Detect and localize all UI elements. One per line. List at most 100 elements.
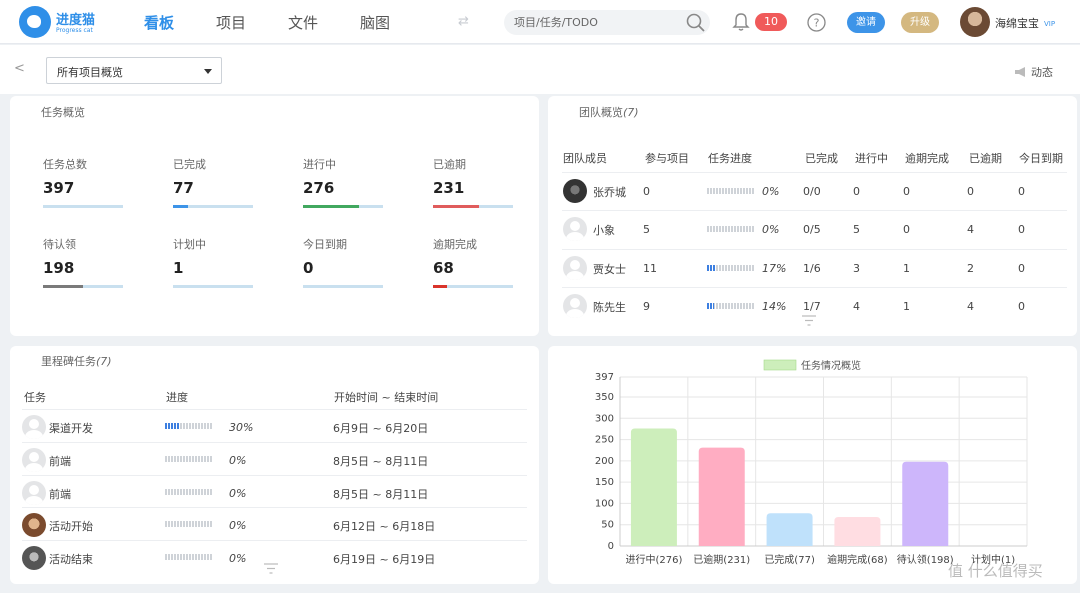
milestone-date-range: 8月5日 ~ 8月11日: [333, 455, 429, 468]
team-col-header[interactable]: 已逾期: [969, 150, 1002, 166]
activity-label: 动态: [1031, 66, 1053, 79]
tab-projects[interactable]: 项目: [216, 12, 246, 33]
member-name[interactable]: 小象: [593, 222, 615, 238]
row-divider: [562, 287, 1067, 288]
member-progress-percent: 17%: [762, 262, 787, 275]
upgrade-button[interactable]: 升级: [901, 12, 939, 33]
x-tick-label: 已逾期(231): [693, 553, 750, 566]
chevron-left-icon[interactable]: <: [14, 61, 25, 76]
member-progress-fill: [707, 265, 716, 271]
milestone-date-range: 6月9日 ~ 6月20日: [333, 422, 429, 435]
megaphone-icon: [1015, 67, 1025, 77]
y-tick-label: 300: [595, 413, 614, 424]
y-tick-label: 100: [595, 498, 614, 509]
bar-1: [698, 447, 745, 546]
milestone-title-text: 里程碑任务: [41, 355, 96, 368]
milestone-count: (7): [96, 355, 112, 368]
x-tick-label: 进行中(276): [625, 553, 682, 566]
milestone-name[interactable]: 前端: [49, 486, 71, 502]
stat-value: 276: [303, 179, 335, 197]
search-box[interactable]: [504, 10, 710, 35]
stat-2[interactable]: 进行中 276: [303, 156, 385, 208]
team-col-header[interactable]: 任务进度: [708, 150, 752, 166]
stat-7[interactable]: 逾期完成 68: [433, 236, 515, 288]
milestone-progress-bar: [165, 554, 213, 560]
milestone-name[interactable]: 活动结束: [49, 551, 93, 567]
milestone-col-header[interactable]: 开始时间 ~ 结束时间: [334, 389, 438, 405]
milestone-name[interactable]: 活动开始: [49, 518, 93, 534]
help-icon[interactable]: ?: [807, 13, 826, 32]
member-progress-bar: [707, 226, 755, 232]
user-name[interactable]: 海绵宝宝: [995, 15, 1039, 31]
row-divider: [22, 507, 527, 508]
stat-1[interactable]: 已完成 77: [173, 156, 255, 208]
member-name[interactable]: 张乔城: [593, 184, 626, 200]
team-col-header[interactable]: 进行中: [855, 150, 888, 166]
stat-5[interactable]: 计划中 1: [173, 236, 255, 288]
stat-3[interactable]: 已逾期 231: [433, 156, 515, 208]
row-divider: [22, 442, 527, 443]
member-today: 0: [1018, 185, 1025, 198]
row-divider: [562, 172, 1067, 173]
member-done: 1/6: [803, 262, 821, 275]
tab-mindmap[interactable]: 脑图: [360, 12, 390, 33]
stat-progress-bar: [303, 285, 383, 288]
y-tick-label: 250: [595, 435, 614, 446]
stat-6[interactable]: 今日到期 0: [303, 236, 385, 288]
top-navigation: 进度猫 Progress cat 看板 项目 文件 脑图 ⇄ 10 ? 邀请 升…: [0, 0, 1080, 44]
member-today: 0: [1018, 300, 1025, 313]
y-tick-label: 50: [601, 520, 614, 531]
chevron-down-icon: [204, 69, 212, 74]
invite-button[interactable]: 邀请: [847, 12, 885, 33]
swap-icon[interactable]: ⇄: [458, 14, 469, 29]
stat-label: 进行中: [303, 158, 336, 171]
notification-count-badge[interactable]: 10: [755, 13, 787, 31]
member-progress-percent: 0%: [762, 185, 780, 198]
user-avatar[interactable]: [960, 7, 990, 37]
milestone-avatar: [22, 481, 46, 505]
bell-icon[interactable]: [732, 12, 750, 32]
team-col-header[interactable]: 已完成: [805, 150, 838, 166]
activity-button[interactable]: 动态: [1014, 64, 1053, 80]
milestone-progress-bar: [165, 456, 213, 462]
logo-title: 进度猫: [56, 13, 96, 28]
tab-dashboard[interactable]: 看板: [144, 12, 174, 33]
search-input[interactable]: [514, 14, 679, 31]
stat-value: 77: [173, 179, 194, 197]
search-icon[interactable]: [686, 13, 706, 33]
team-col-header[interactable]: 参与项目: [645, 150, 689, 166]
milestone-name[interactable]: 前端: [49, 453, 71, 469]
app-logo[interactable]: 进度猫 Progress cat: [19, 6, 109, 38]
filter-icon[interactable]: [801, 315, 817, 326]
team-col-header[interactable]: 今日到期: [1019, 150, 1063, 166]
stat-value: 397: [43, 179, 75, 197]
member-avatar: [563, 294, 587, 318]
project-select[interactable]: 所有项目概览: [46, 57, 222, 84]
stat-value: 231: [433, 179, 465, 197]
stat-4[interactable]: 待认领 198: [43, 236, 125, 288]
team-col-header[interactable]: 逾期完成: [905, 150, 949, 166]
task-status-bar-chart: 任务情况概览 0 50 100 150 200 250 300 350 397 进行中(276) 已逾…: [595, 359, 1028, 566]
milestone-col-header[interactable]: 进度: [166, 389, 188, 405]
milestone-progress-percent: 0%: [229, 454, 247, 467]
stat-label: 已逾期: [433, 158, 466, 171]
y-tick-label: 0: [608, 541, 614, 552]
milestone-col-header[interactable]: 任务: [24, 389, 46, 405]
legend-swatch: [763, 359, 797, 371]
member-name[interactable]: 贾女士: [593, 261, 626, 277]
y-tick-label: 350: [595, 392, 614, 403]
team-col-header[interactable]: 团队成员: [563, 150, 607, 166]
member-projects: 5: [643, 223, 650, 236]
filter-icon[interactable]: [263, 563, 279, 574]
member-overdue: 4: [967, 300, 974, 313]
stat-value: 198: [43, 259, 75, 277]
stat-0[interactable]: 任务总数 397: [43, 156, 125, 208]
member-name[interactable]: 陈先生: [593, 299, 626, 315]
stat-label: 待认领: [43, 238, 76, 251]
member-today: 0: [1018, 223, 1025, 236]
member-ongoing: 3: [853, 262, 860, 275]
stat-value: 0: [303, 259, 314, 277]
tab-files[interactable]: 文件: [288, 12, 318, 33]
bar-0: [630, 428, 677, 546]
milestone-name[interactable]: 渠道开发: [49, 420, 93, 436]
